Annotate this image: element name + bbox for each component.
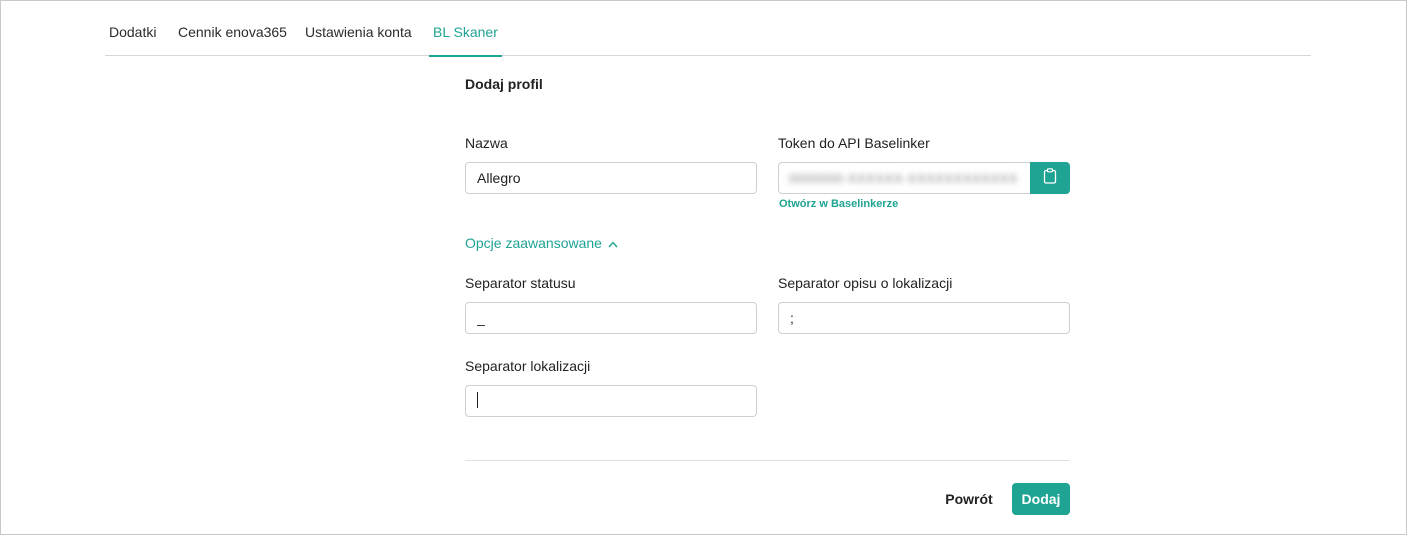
tab-bl-skaner[interactable]: BL Skaner <box>429 1 502 57</box>
name-label: Nazwa <box>465 135 508 151</box>
tab-ustawienia-konta[interactable]: Ustawienia konta <box>305 1 412 56</box>
location-desc-separator-label: Separator opisu o lokalizacji <box>778 275 953 291</box>
form-divider <box>465 460 1070 461</box>
back-button[interactable]: Powrót <box>934 483 1004 515</box>
add-button[interactable]: Dodaj <box>1012 483 1070 515</box>
status-separator-label: Separator statusu <box>465 275 576 291</box>
token-value: 0000000-XXXXXX-XXXXXXXXXXXX <box>789 171 1018 186</box>
status-separator-input[interactable] <box>465 302 757 334</box>
token-input[interactable]: 0000000-XXXXXX-XXXXXXXXXXXX <box>778 162 1031 194</box>
tab-dodatki[interactable]: Dodatki <box>109 1 156 56</box>
chevron-up-icon <box>608 235 618 251</box>
location-separator-label: Separator lokalizacji <box>465 358 591 374</box>
form-title: Dodaj profil <box>465 76 543 92</box>
token-label: Token do API Baselinker <box>778 135 930 151</box>
advanced-options-label: Opcje zaawansowane <box>465 235 602 251</box>
location-separator-input[interactable] <box>465 385 757 417</box>
copy-token-button[interactable] <box>1030 162 1070 194</box>
text-cursor <box>477 392 478 408</box>
clipboard-icon <box>1043 167 1057 189</box>
location-desc-separator-input[interactable] <box>778 302 1070 334</box>
advanced-options-toggle[interactable]: Opcje zaawansowane <box>465 235 618 251</box>
top-tabs: Dodatki Cennik enova365 Ustawienia konta… <box>105 1 1311 57</box>
name-input[interactable] <box>465 162 757 194</box>
tab-cennik-enova365[interactable]: Cennik enova365 <box>178 1 287 56</box>
open-in-baselinker-link[interactable]: Otwórz w Baselinkerze <box>779 198 898 210</box>
